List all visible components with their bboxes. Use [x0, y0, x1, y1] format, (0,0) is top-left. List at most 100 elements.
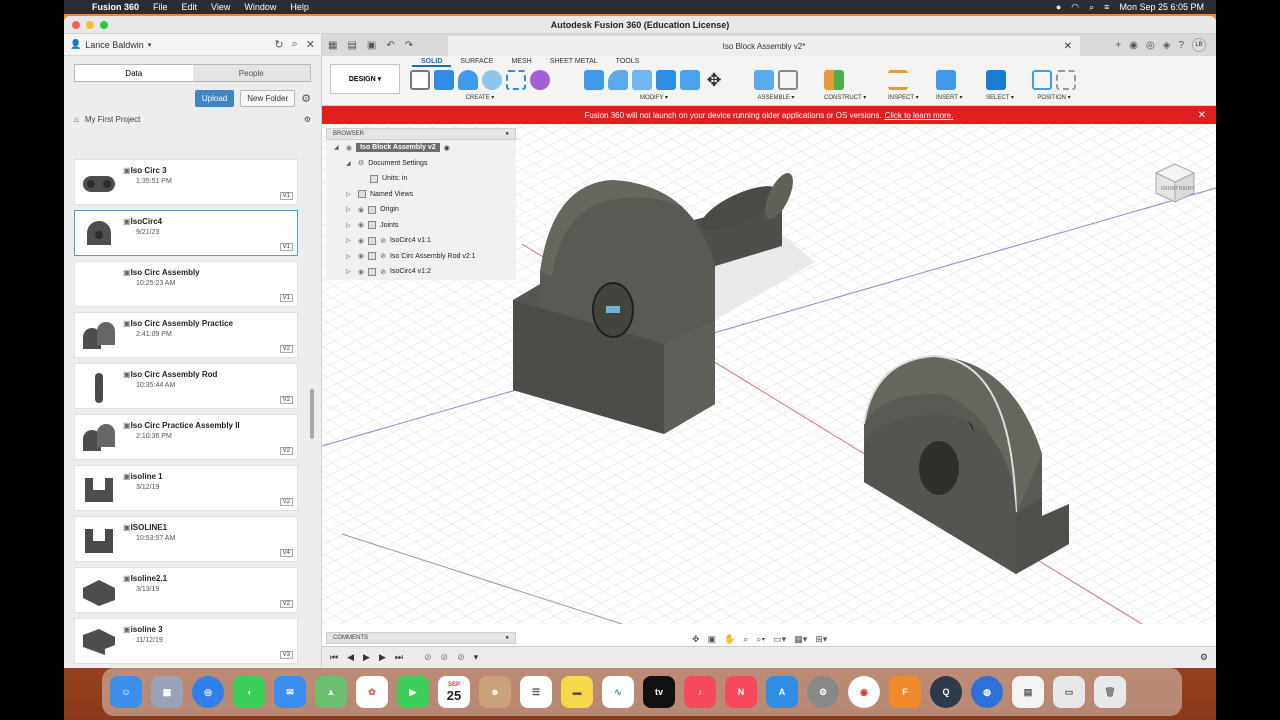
- version-badge[interactable]: V1: [279, 243, 293, 251]
- version-badge[interactable]: V3: [279, 651, 293, 659]
- select-arrow-icon[interactable]: [986, 70, 1006, 90]
- gear-icon[interactable]: ⚙: [301, 92, 311, 105]
- previous-step-icon[interactable]: ◀: [347, 652, 354, 663]
- menu-view[interactable]: View: [211, 2, 230, 12]
- pin-icon[interactable]: ●: [505, 635, 509, 641]
- hole-icon[interactable]: [482, 70, 502, 90]
- project-settings-icon[interactable]: ⚙: [304, 115, 311, 124]
- version-badge[interactable]: V1: [279, 294, 293, 302]
- zoom-window-icon[interactable]: [100, 21, 108, 29]
- first-step-icon[interactable]: ⏮: [330, 652, 338, 663]
- version-badge[interactable]: V2: [279, 498, 293, 506]
- last-step-icon[interactable]: ⏭: [395, 652, 403, 663]
- capture-position-icon[interactable]: [1032, 70, 1052, 90]
- close-icon[interactable]: ✕: [306, 38, 315, 51]
- minimize-window-icon[interactable]: [86, 21, 94, 29]
- visibility-eye-icon[interactable]: ◉: [358, 206, 364, 214]
- file-item[interactable]: Isoline2.1 3/13/19 V2: [74, 567, 298, 613]
- visibility-eye-icon[interactable]: ◉: [346, 144, 352, 152]
- collapse-icon[interactable]: ◢: [346, 160, 354, 167]
- messages-icon[interactable]: ◖: [233, 676, 265, 708]
- browser-root[interactable]: ◢ ◉ Iso Block Assembly v2 ◉: [326, 140, 516, 156]
- file-list-scrollbar[interactable]: [310, 389, 314, 439]
- search-icon[interactable]: ⌕: [1089, 2, 1094, 13]
- viewcube-right-label[interactable]: RIGHT: [1179, 186, 1195, 192]
- modify-menu[interactable]: MODIFY ▾: [584, 94, 724, 101]
- pattern-icon[interactable]: [506, 70, 526, 90]
- file-item[interactable]: Iso Circ Practice Assembly II 2:10:36 PM…: [74, 414, 298, 460]
- upload-button[interactable]: Upload: [194, 90, 235, 107]
- file-item[interactable]: IsoCirc4 9/21/23 V1: [74, 210, 298, 256]
- new-component-icon[interactable]: [754, 70, 774, 90]
- mail-icon[interactable]: ✉: [274, 676, 306, 708]
- learn-more-link[interactable]: Click to learn more.: [885, 111, 954, 120]
- contacts-icon[interactable]: ☻: [479, 676, 511, 708]
- expand-icon[interactable]: ▷: [346, 237, 354, 244]
- file-item[interactable]: Iso Circ 3 1:35:51 PM V1: [74, 159, 298, 205]
- version-badge[interactable]: V2: [279, 396, 293, 404]
- insert-image-icon[interactable]: [936, 70, 956, 90]
- file-item[interactable]: ISOLINE1 10:53:57 AM V4: [74, 516, 298, 562]
- file-item[interactable]: Iso Circ Assembly Practice 2:41:09 PM V2: [74, 312, 298, 358]
- browser-item[interactable]: ▷ ◉ ⊘ IsoCirc4 v1:1: [326, 233, 516, 249]
- tab-mesh[interactable]: MESH: [502, 58, 540, 67]
- close-tab-icon[interactable]: ✕: [1064, 41, 1072, 52]
- zoom-icon[interactable]: ⌕: [743, 634, 748, 645]
- browser-item[interactable]: ▷ ◉ Joints: [326, 218, 516, 234]
- revert-position-icon[interactable]: [1056, 70, 1076, 90]
- orbit-icon[interactable]: ✥: [692, 634, 700, 645]
- expand-icon[interactable]: ▷: [346, 206, 354, 213]
- notes-icon[interactable]: ▬: [561, 676, 593, 708]
- maps-icon[interactable]: ▲: [315, 676, 347, 708]
- inspect-menu[interactable]: INSPECT ▾: [888, 94, 919, 101]
- menubar-app-name[interactable]: Fusion 360: [92, 2, 139, 12]
- document-tab[interactable]: Iso Block Assembly v2* ✕: [448, 36, 1080, 56]
- screenshot-folder-icon[interactable]: ▭: [1053, 676, 1085, 708]
- safari-icon[interactable]: ◎: [192, 676, 224, 708]
- timeline-feature-icon[interactable]: ⊘: [424, 652, 432, 663]
- create-form-icon[interactable]: [530, 70, 550, 90]
- zoom-window-icon[interactable]: ⌕▾: [756, 634, 765, 645]
- launchpad-icon[interactable]: ▦: [151, 676, 183, 708]
- chrome-icon[interactable]: ◉: [848, 676, 880, 708]
- tab-data[interactable]: Data: [75, 65, 193, 81]
- menu-window[interactable]: Window: [244, 2, 276, 12]
- expand-icon[interactable]: ▷: [346, 253, 354, 260]
- freeform-icon[interactable]: ∿: [602, 676, 634, 708]
- visibility-eye-icon[interactable]: ◉: [358, 268, 364, 276]
- tab-people[interactable]: People: [192, 65, 310, 81]
- new-folder-button[interactable]: New Folder: [240, 90, 296, 107]
- photos-icon[interactable]: ✿: [356, 676, 388, 708]
- move-icon[interactable]: ✥: [704, 70, 724, 90]
- news-icon[interactable]: N: [725, 676, 757, 708]
- 3d-canvas[interactable]: FRONT RIGHT BROWSER ● ◢ ◉ Iso Block Asse…: [322, 124, 1216, 668]
- redo-icon[interactable]: ↷: [405, 40, 413, 51]
- grid-settings-icon[interactable]: ▦▾: [794, 634, 807, 645]
- version-badge[interactable]: V1: [279, 192, 293, 200]
- extensions-icon[interactable]: ◉: [1129, 40, 1138, 51]
- wifi-icon[interactable]: ◠: [1071, 2, 1079, 13]
- part-isocirc4-1[interactable]: [513, 169, 815, 434]
- browser-root-label[interactable]: Iso Block Assembly v2: [356, 143, 440, 153]
- file-item[interactable]: isoline 3 11/12/19 V3: [74, 618, 298, 664]
- fusion-360-icon[interactable]: F: [889, 676, 921, 708]
- press-pull-icon[interactable]: [584, 70, 604, 90]
- calendar-icon[interactable]: SEP 25: [438, 676, 470, 708]
- collapse-icon[interactable]: ◢: [334, 144, 342, 151]
- tab-tools[interactable]: TOOLS: [607, 58, 649, 67]
- menu-help[interactable]: Help: [290, 2, 309, 12]
- measure-icon[interactable]: [888, 70, 908, 90]
- timeline-settings-icon[interactable]: ⚙: [1200, 652, 1208, 663]
- globe-icon[interactable]: ◍: [971, 676, 1003, 708]
- visibility-eye-icon[interactable]: ◉: [358, 252, 364, 260]
- grid-menu-icon[interactable]: ▦: [328, 40, 337, 51]
- job-status-icon[interactable]: ◎: [1146, 40, 1155, 51]
- expand-icon[interactable]: ▷: [346, 222, 354, 229]
- help-icon[interactable]: ?: [1178, 40, 1184, 51]
- chevron-down-icon[interactable]: ▾: [148, 41, 152, 49]
- timeline-feature-icon[interactable]: ⊘: [441, 652, 449, 663]
- timeline-marker-icon[interactable]: ▾: [474, 652, 479, 663]
- search-icon[interactable]: ⌕: [292, 38, 298, 51]
- pan-icon[interactable]: ✋: [724, 634, 735, 645]
- breadcrumb-project[interactable]: My First Project: [85, 115, 141, 124]
